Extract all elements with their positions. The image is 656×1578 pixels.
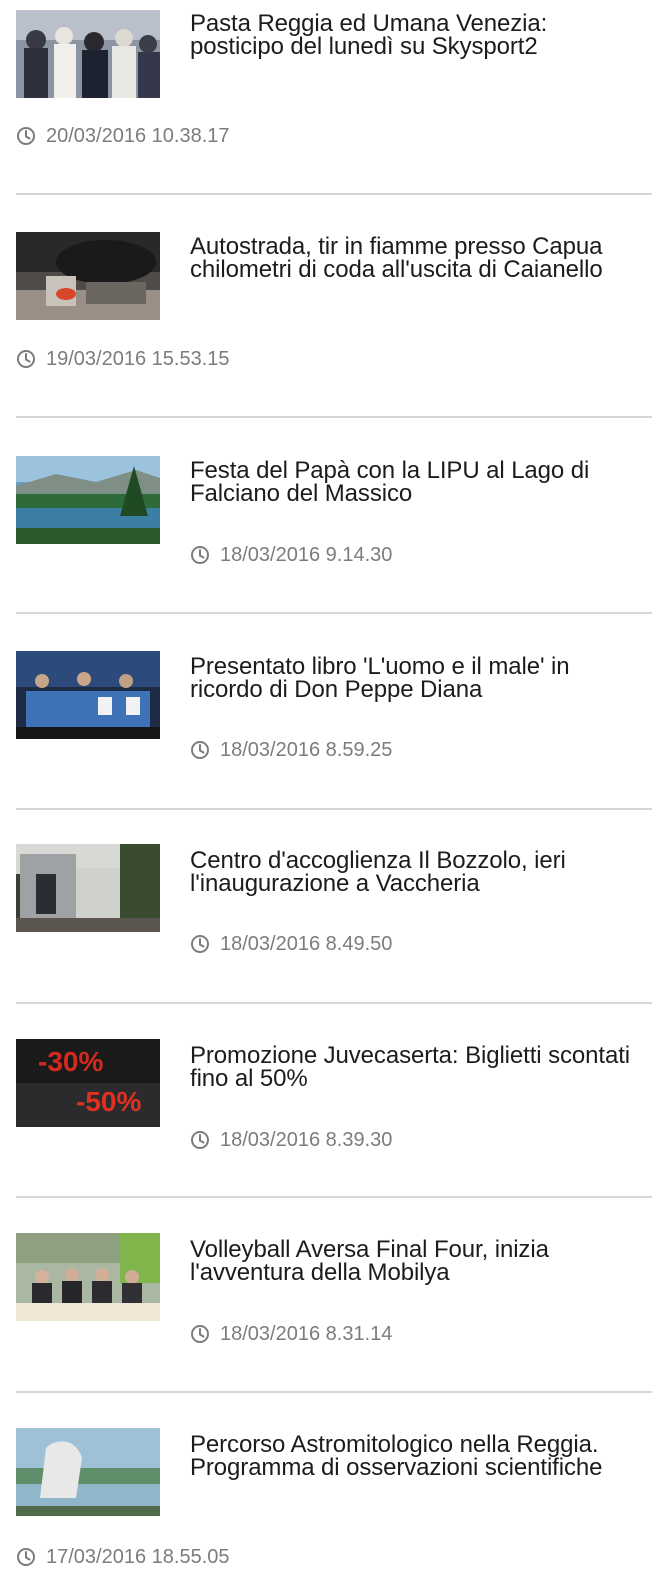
photo-crowd-icon[interactable] (16, 10, 160, 98)
clock-icon (190, 1130, 210, 1150)
clock-icon (190, 740, 210, 760)
clock-icon (16, 1547, 36, 1567)
article-title[interactable]: Centro d'accoglienza Il Bozzolo, ieri l'… (190, 849, 640, 896)
date-text: 18/03/2016 9.14.30 (220, 544, 393, 566)
article-title[interactable]: Percorso Astromitologico nella Reggia. P… (190, 1433, 640, 1480)
date-text: 17/03/2016 18.55.05 (46, 1546, 230, 1568)
article-title[interactable]: Autostrada, tir in fiamme presso Capua c… (190, 235, 640, 282)
svg-text:-50%: -50% (76, 1086, 141, 1117)
clock-icon (16, 126, 36, 146)
divider (16, 1391, 652, 1393)
article-date: 17/03/2016 18.55.05 (16, 1545, 230, 1569)
article-date: 18/03/2016 8.59.25 (190, 738, 392, 762)
photo-press-icon[interactable] (16, 1233, 160, 1321)
date-text: 18/03/2016 8.31.14 (220, 1323, 393, 1345)
article-title[interactable]: Volleyball Aversa Final Four, inizia l'a… (190, 1238, 640, 1285)
photo-building-icon[interactable] (16, 844, 160, 932)
divider (16, 808, 652, 810)
photo-conference-icon[interactable] (16, 651, 160, 739)
date-text: 19/03/2016 15.53.15 (46, 348, 230, 370)
divider (16, 1196, 652, 1198)
photo-discount-icon[interactable]: -30% -50% (16, 1039, 160, 1127)
photo-fire-icon[interactable] (16, 232, 160, 320)
article-date: 20/03/2016 10.38.17 (16, 124, 230, 148)
date-text: 20/03/2016 10.38.17 (46, 125, 230, 147)
article-title[interactable]: Festa del Papà con la LIPU al Lago di Fa… (190, 459, 640, 506)
divider (16, 1002, 652, 1004)
divider (16, 416, 652, 418)
article-title[interactable]: Presentato libro 'L'uomo e il male' in r… (190, 655, 640, 702)
date-text: 18/03/2016 8.49.50 (220, 933, 393, 955)
photo-lake-icon[interactable] (16, 456, 160, 544)
date-text: 18/03/2016 8.59.25 (220, 739, 393, 761)
article-title[interactable]: Pasta Reggia ed Umana Venezia: posticipo… (190, 12, 640, 59)
clock-icon (190, 934, 210, 954)
divider (16, 193, 652, 195)
article-date: 18/03/2016 9.14.30 (190, 543, 392, 567)
divider (16, 612, 652, 614)
photo-statue-icon[interactable] (16, 1428, 160, 1516)
clock-icon (190, 545, 210, 565)
article-title[interactable]: Promozione Juvecaserta: Biglietti sconta… (190, 1044, 640, 1091)
date-text: 18/03/2016 8.39.30 (220, 1129, 393, 1151)
article-date: 18/03/2016 8.39.30 (190, 1128, 392, 1152)
article-date: 18/03/2016 8.31.14 (190, 1322, 392, 1346)
svg-text:-30%: -30% (38, 1046, 103, 1077)
clock-icon (16, 349, 36, 369)
article-date: 18/03/2016 8.49.50 (190, 932, 392, 956)
clock-icon (190, 1324, 210, 1344)
article-date: 19/03/2016 15.53.15 (16, 347, 230, 371)
